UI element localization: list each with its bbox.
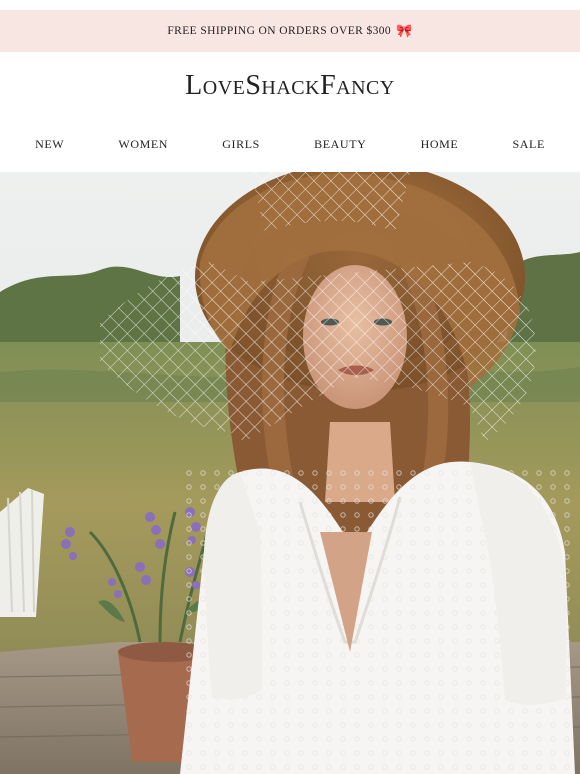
main-nav: NEW WOMEN GIRLS BEAUTY HOME SALE	[0, 134, 580, 156]
nav-item-home[interactable]: HOME	[415, 134, 465, 156]
promo-bar[interactable]: FREE SHIPPING ON ORDERS OVER $300 🎀	[0, 10, 580, 52]
hero-image[interactable]	[0, 172, 580, 774]
nav-item-girls[interactable]: GIRLS	[216, 134, 266, 156]
brand-logo[interactable]: LoveShackFancy	[0, 70, 580, 102]
hero-photo	[0, 172, 580, 774]
promo-banner: FREE SHIPPING ON ORDERS OVER $300 🎀	[0, 0, 580, 62]
promo-text: FREE SHIPPING ON ORDERS OVER $300	[167, 25, 392, 37]
nav-item-sale[interactable]: SALE	[507, 134, 551, 156]
nav-item-beauty[interactable]: BEAUTY	[308, 134, 372, 156]
nav-item-new[interactable]: NEW	[29, 134, 70, 156]
nav-item-women[interactable]: WOMEN	[112, 134, 174, 156]
bow-icon: 🎀	[396, 23, 413, 38]
